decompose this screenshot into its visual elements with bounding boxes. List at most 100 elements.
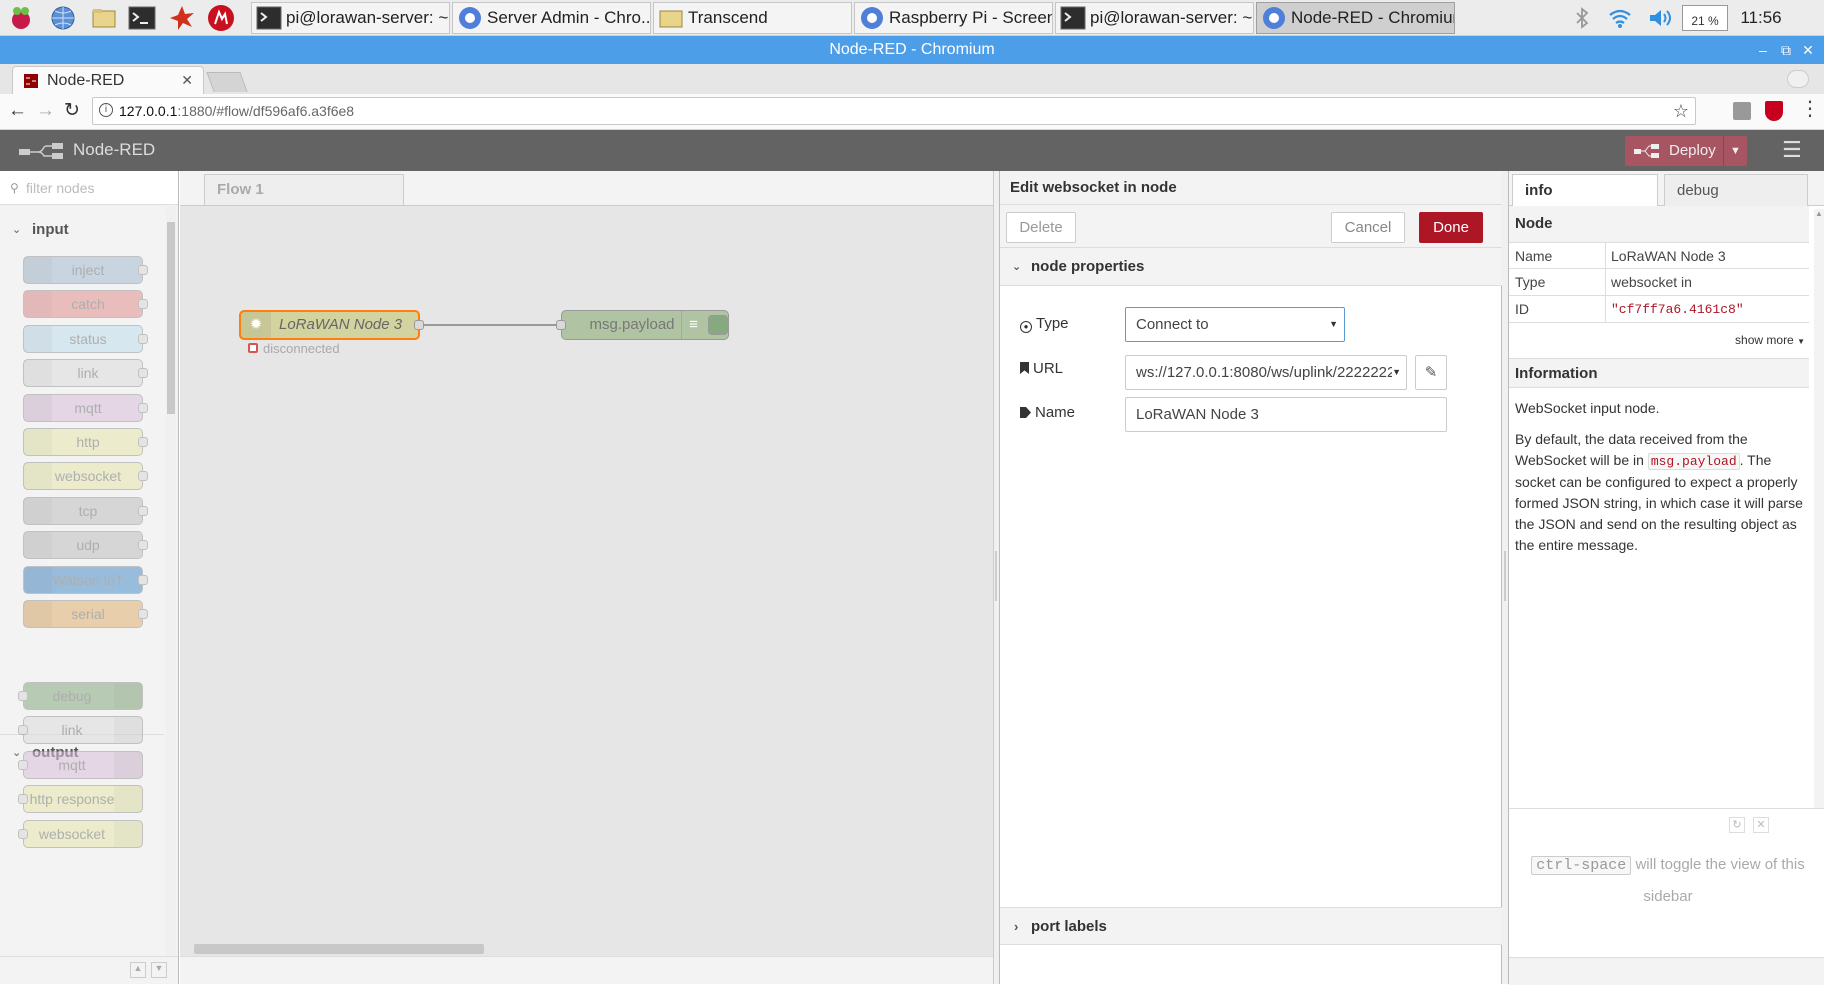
splitter-handle[interactable] — [995, 551, 997, 601]
cancel-button[interactable]: Cancel — [1331, 212, 1405, 243]
tip-close-icon[interactable]: ✕ — [1753, 817, 1769, 833]
palette-node-label: mqtt — [58, 756, 86, 773]
file-manager-launcher-icon[interactable] — [89, 3, 119, 33]
filter-placeholder: filter nodes — [26, 180, 95, 196]
deploy-button[interactable]: Deploy ▼ — [1625, 136, 1747, 166]
chevron-down-icon: ⌄ — [1012, 261, 1022, 273]
node-icon — [114, 683, 142, 709]
output-port[interactable] — [414, 320, 424, 330]
tab-flow-1[interactable]: Flow 1 — [204, 174, 404, 205]
edit-pencil-button[interactable]: ✎ — [1415, 355, 1447, 390]
debug-toggle-button[interactable] — [708, 315, 728, 335]
math-kernel-launcher-icon[interactable] — [167, 3, 197, 33]
url-select[interactable]: ws://127.0.0.1:8080/ws/uplink/2222222 ▼ — [1125, 355, 1407, 390]
back-icon[interactable]: ← — [8, 100, 27, 122]
palette-filter-input[interactable]: ⚲ filter nodes — [0, 171, 178, 205]
palette-node-watson-iot[interactable]: Watson IoT — [23, 565, 148, 594]
dot-circle-icon: ● — [1020, 321, 1032, 333]
tab-info[interactable]: info — [1512, 174, 1658, 207]
scroll-up-icon[interactable]: ▲ — [1815, 209, 1823, 218]
task-label: pi@lorawan-server: ~ — [286, 8, 449, 27]
palette-node-label: mqtt — [74, 399, 102, 416]
done-button[interactable]: Done — [1419, 212, 1483, 243]
palette-node-debug[interactable]: debug — [18, 682, 143, 710]
flow-workspace[interactable]: Flow 1 ✹ LoRaWAN Node 3 disconnected msg… — [180, 171, 993, 984]
task-server-admin[interactable]: Server Admin - Chro... — [452, 2, 651, 34]
wolfram-launcher-icon[interactable] — [206, 3, 236, 33]
node-icon — [24, 257, 52, 283]
name-input[interactable]: LoRaWAN Node 3 — [1125, 397, 1447, 432]
palette-scrollbar[interactable] — [166, 206, 176, 956]
tab-close-icon[interactable]: ✕ — [181, 72, 193, 89]
show-more-link[interactable]: show more ▼ — [1509, 327, 1809, 353]
palette-node-websocket[interactable]: websocket — [23, 462, 148, 491]
task-terminal-2[interactable]: pi@lorawan-server: ~ — [1055, 2, 1254, 34]
task-terminal-1[interactable]: pi@lorawan-server: ~ — [251, 2, 450, 34]
browser-tab-node-red[interactable]: Node-RED ✕ — [12, 66, 204, 94]
chrome-menu-icon[interactable]: ⋮ — [1800, 99, 1820, 119]
bookmark-star-icon[interactable]: ☆ — [1673, 98, 1689, 124]
task-raspberry-screen[interactable]: Raspberry Pi - Screen... — [854, 2, 1053, 34]
tip-key: ctrl-space — [1531, 856, 1632, 875]
palette-node-status[interactable]: status — [23, 324, 148, 353]
address-bar[interactable]: i 127.0.0.1:1880/#flow/df596af6.a3f6e8 ☆ — [92, 97, 1696, 125]
task-node-red[interactable]: Node-RED - Chromium — [1256, 2, 1455, 34]
info-icon[interactable]: i — [99, 103, 113, 117]
volume-icon[interactable] — [1645, 5, 1675, 31]
palette-node-mqtt[interactable]: mqtt — [23, 393, 148, 422]
palette-node-websocket[interactable]: websocket — [18, 819, 143, 848]
delete-button[interactable]: Delete — [1006, 212, 1076, 243]
task-transcend[interactable]: Transcend — [653, 2, 852, 34]
palette-node-inject[interactable]: inject — [23, 256, 148, 284]
bluetooth-icon[interactable] — [1571, 5, 1593, 31]
raspberry-menu-icon[interactable] — [6, 3, 36, 33]
forward-icon[interactable]: → — [36, 100, 55, 122]
workspace-scrollbar[interactable] — [194, 944, 484, 954]
folder-icon — [659, 10, 683, 28]
minimize-icon[interactable]: – — [1752, 36, 1774, 64]
reload-icon[interactable]: ↻ — [64, 99, 80, 122]
section-node-properties[interactable]: ⌄ node properties — [1000, 248, 1502, 286]
terminal-launcher-icon[interactable] — [127, 3, 157, 33]
browser-toolbar: ← → ↻ i 127.0.0.1:1880/#flow/df596af6.a3… — [0, 94, 1824, 130]
palette-node-catch[interactable]: catch — [23, 290, 148, 319]
scrollbar-thumb[interactable] — [167, 222, 175, 414]
palette-node-udp[interactable]: udp — [23, 531, 148, 560]
palette-node-serial[interactable]: serial — [23, 600, 148, 628]
type-select[interactable]: Connect to ▼ — [1125, 307, 1345, 342]
palette-node-http[interactable]: http — [23, 428, 148, 456]
flow-wire[interactable] — [421, 324, 560, 326]
collapse-all-icon[interactable]: ▲ — [130, 962, 146, 978]
extension-icon[interactable] — [1733, 102, 1751, 120]
palette-node-link[interactable]: link — [23, 359, 148, 388]
web-browser-launcher-icon[interactable] — [48, 3, 78, 33]
palette-node-link[interactable]: link — [18, 716, 143, 745]
palette-node-mqtt[interactable]: mqtt — [18, 750, 143, 779]
flow-node-debug[interactable]: msg.payload ≡ — [556, 310, 729, 340]
browser-tab-title: Node-RED — [47, 71, 125, 89]
tab-debug[interactable]: debug — [1664, 174, 1808, 206]
deploy-dropdown-icon[interactable]: ▼ — [1723, 136, 1747, 166]
row-key: Type — [1515, 274, 1546, 290]
node-icon — [24, 429, 52, 455]
node-palette: ⚲ filter nodes ⌄ input inject catch status… — [0, 171, 179, 984]
new-tab-button[interactable] — [206, 72, 248, 92]
cpu-usage-text: 21 % — [1691, 14, 1719, 28]
expand-all-icon[interactable]: ▼ — [151, 962, 167, 978]
node-icon — [24, 360, 52, 386]
ublock-icon[interactable] — [1765, 101, 1783, 121]
category-input-header[interactable]: ⌄ input — [0, 214, 164, 246]
section-port-labels[interactable]: › port labels — [1000, 907, 1502, 945]
node-icon — [24, 395, 52, 421]
palette-node-tcp[interactable]: tcp — [23, 496, 148, 525]
close-icon[interactable]: ✕ — [1797, 36, 1819, 64]
clock[interactable]: 11:56 — [1734, 5, 1788, 31]
maximize-icon[interactable]: ⧉ — [1775, 36, 1797, 64]
refresh-icon[interactable]: ↻ — [1729, 817, 1745, 833]
flow-node-websocket-in[interactable]: ✹ LoRaWAN Node 3 — [239, 310, 424, 340]
main-menu-icon[interactable]: ☰ — [1782, 137, 1802, 163]
profile-icon[interactable] — [1787, 70, 1809, 88]
splitter-handle[interactable] — [1504, 551, 1506, 601]
palette-node-http-response[interactable]: http response — [18, 785, 143, 814]
wifi-icon[interactable] — [1606, 5, 1634, 31]
